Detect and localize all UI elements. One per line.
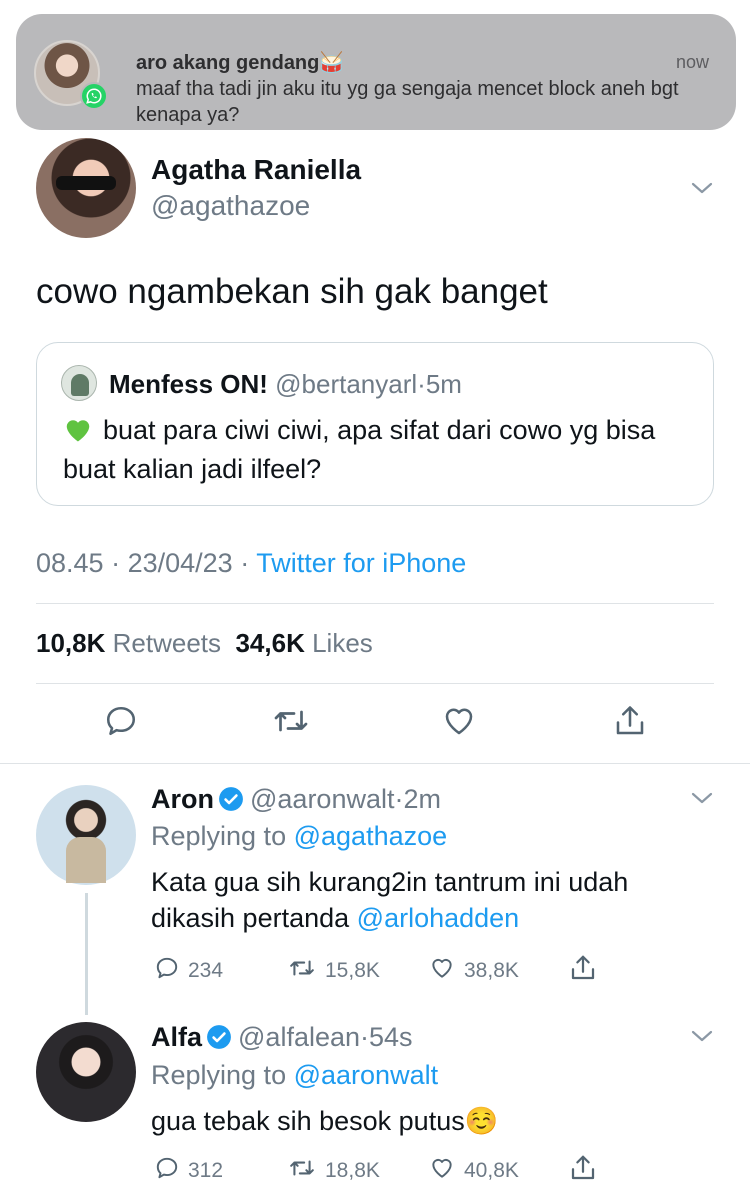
reply-time: 2m: [403, 784, 441, 814]
retweet-icon[interactable]: [271, 703, 311, 744]
reply-author-handle[interactable]: @alfalean: [238, 1022, 360, 1052]
retweet-count: 15,8K: [325, 959, 380, 982]
like-button[interactable]: 40,8K: [428, 1155, 519, 1187]
quoted-tweet[interactable]: Menfess ON! @bertanyarl·5m buat para ciw…: [36, 342, 714, 506]
reply-icon: [154, 955, 180, 987]
replying-to-label: Replying to: [151, 1060, 287, 1090]
verified-badge-icon: [206, 1024, 232, 1057]
chevron-down-icon[interactable]: [690, 1024, 714, 1053]
reply-header: Aron @aaronwalt·2m: [151, 784, 441, 819]
retweet-button[interactable]: 18,8K: [287, 1155, 380, 1187]
notification-sender: aro akang gendang🥁: [136, 52, 345, 74]
divider: [36, 683, 714, 684]
tweet-source-link[interactable]: Twitter for iPhone: [256, 548, 466, 578]
divider: [0, 763, 750, 764]
reply-author-name[interactable]: Alfa: [151, 1022, 202, 1052]
thread-line: [85, 893, 88, 1015]
reply-text: gua tebak sih besok putus☺️: [151, 1106, 499, 1136]
quoted-handle: @bertanyarl: [275, 369, 418, 399]
like-button[interactable]: 38,8K: [428, 955, 519, 987]
retweet-icon: [287, 955, 317, 987]
replying-to-handle[interactable]: @aaronwalt: [294, 1060, 438, 1090]
quoted-name: Menfess ON!: [109, 369, 268, 399]
author-name[interactable]: Agatha Raniella: [151, 154, 361, 186]
replying-to: Replying to @agathazoe: [151, 821, 447, 852]
reply-count: 234: [188, 959, 224, 982]
reply-avatar[interactable]: [36, 785, 136, 885]
replying-to-label: Replying to: [151, 821, 287, 851]
tweet-stats: 10,8K Retweets 34,6K Likes: [36, 628, 373, 659]
quoted-header: Menfess ON! @bertanyarl·5m: [109, 369, 462, 399]
tweet-date: 23/04/23: [127, 548, 233, 578]
reply-icon: [154, 1155, 180, 1187]
like-icon[interactable]: [441, 703, 477, 744]
retweet-button[interactable]: 15,8K: [287, 955, 380, 987]
tweet-meta: 08.45 · 23/04/23 · Twitter for iPhone: [36, 548, 467, 578]
likes-label[interactable]: Likes: [312, 628, 373, 658]
notification-banner[interactable]: aro akang gendang🥁 now maaf tha tadi jin…: [16, 14, 736, 130]
retweets-label[interactable]: Retweets: [113, 628, 221, 658]
author-handle[interactable]: @agathazoe: [151, 190, 310, 222]
chevron-down-icon[interactable]: [690, 176, 714, 205]
quoted-text-block: buat para ciwi ciwi, apa sifat dari cowo…: [63, 413, 703, 487]
like-count: 38,8K: [464, 959, 519, 982]
like-icon: [428, 1155, 456, 1187]
quoted-avatar: [61, 365, 97, 401]
reply-header: Alfa @alfalean·54s: [151, 1022, 413, 1057]
verified-badge-icon: [218, 786, 244, 819]
like-count: 40,8K: [464, 1159, 519, 1182]
share-icon[interactable]: [568, 1153, 598, 1183]
reply-author-handle[interactable]: @aaronwalt: [250, 784, 394, 814]
reply-author-name[interactable]: Aron: [151, 784, 214, 814]
replying-to-handle[interactable]: @agathazoe: [294, 821, 448, 851]
reply-avatar[interactable]: [36, 1022, 136, 1122]
reply-time: 54s: [369, 1022, 413, 1052]
retweet-icon: [287, 1155, 317, 1187]
like-icon: [428, 955, 456, 987]
divider: [36, 603, 714, 604]
replying-to: Replying to @aaronwalt: [151, 1060, 438, 1091]
quoted-text: buat para ciwi ciwi, apa sifat dari cowo…: [63, 415, 656, 484]
whatsapp-icon: [80, 82, 108, 110]
like-count[interactable]: 34,6K: [235, 628, 304, 658]
author-avatar[interactable]: [36, 138, 136, 238]
reply-button[interactable]: 234: [154, 955, 223, 987]
reply-button[interactable]: 312: [154, 1155, 223, 1187]
chevron-down-icon[interactable]: [690, 786, 714, 815]
notification-message: maaf tha tadi jin aku itu yg ga sengaja …: [136, 78, 679, 126]
reply-count: 312: [188, 1159, 224, 1182]
quoted-time: 5m: [425, 369, 462, 399]
reply-icon[interactable]: [103, 703, 139, 744]
share-icon[interactable]: [568, 953, 598, 983]
share-icon[interactable]: [612, 703, 648, 744]
mention-link[interactable]: @arlohadden: [357, 903, 520, 933]
retweet-count: 18,8K: [325, 1159, 380, 1182]
reply-text-block: Kata gua sih kurang2in tantrum ini udah …: [151, 864, 711, 936]
tweet-text: cowo ngambekan sih gak banget: [36, 272, 548, 311]
notification-time: now: [675, 52, 709, 72]
tweet-time: 08.45: [36, 548, 104, 578]
retweet-count[interactable]: 10,8K: [36, 628, 105, 658]
green-heart-icon: [63, 415, 93, 452]
